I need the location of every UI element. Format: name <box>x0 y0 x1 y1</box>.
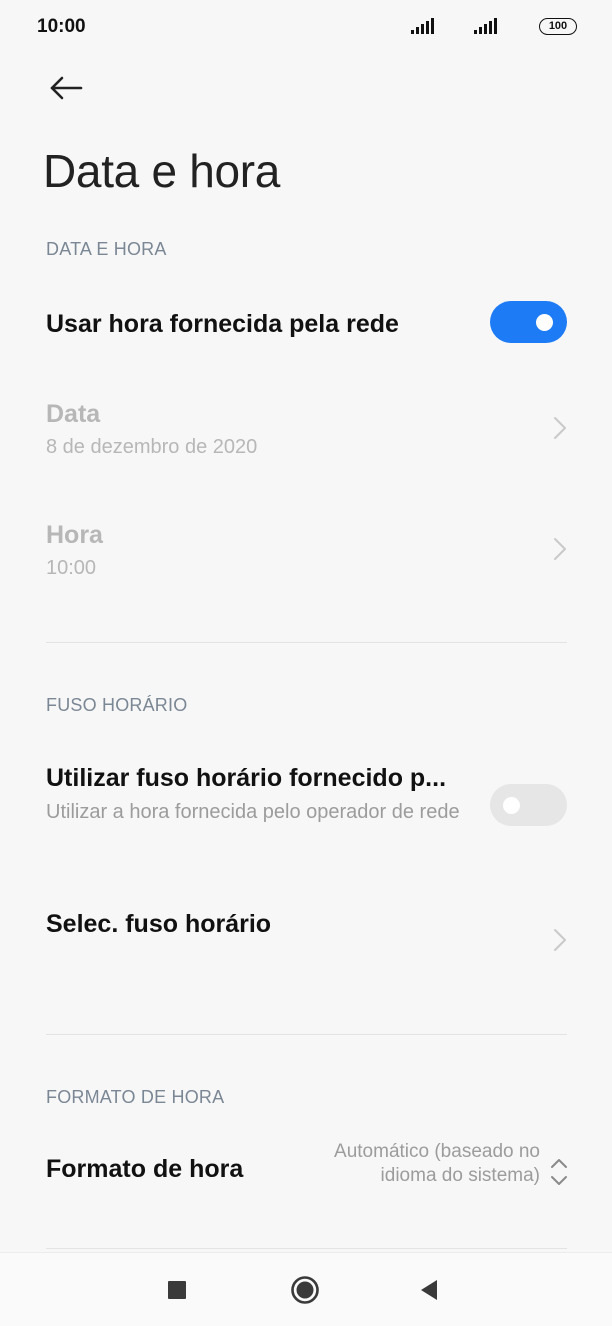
date-value: 8 de dezembro de 2020 <box>46 436 258 458</box>
network-timezone-row[interactable]: Utilizar fuso horário fornecido p... Uti… <box>0 752 612 862</box>
section-header-timezone: FUSO HORÁRIO <box>46 695 188 715</box>
chevron-right-icon <box>554 538 566 560</box>
network-timezone-label: Utilizar fuso horário fornecido p... <box>46 764 447 792</box>
screen: 10:00 100 Data e hora DATA E HORA Usar h… <box>0 0 612 1326</box>
section-header-time-format: FORMATO DE HORA <box>46 1087 225 1107</box>
date-row[interactable]: Data 8 de dezembro de 2020 <box>0 388 612 478</box>
date-label: Data <box>46 400 101 428</box>
signal-icon <box>474 18 497 34</box>
time-format-value: Automático (baseado no idioma do sistema… <box>334 1141 540 1186</box>
time-value: 10:00 <box>46 557 97 579</box>
network-time-toggle[interactable] <box>490 301 567 343</box>
page-title: Data e hora <box>43 145 281 197</box>
time-row[interactable]: Hora 10:00 <box>0 509 612 599</box>
divider <box>46 642 567 643</box>
chevron-right-icon <box>554 929 566 951</box>
network-timezone-description: Utilizar a hora fornecida pelo operador … <box>46 801 460 823</box>
time-label: Hora <box>46 521 103 549</box>
toggle-knob <box>536 314 553 331</box>
back-triangle-icon <box>421 1280 437 1300</box>
home-circle-icon <box>291 1276 319 1304</box>
network-timezone-toggle[interactable] <box>490 784 567 826</box>
recents-button[interactable] <box>162 1275 192 1305</box>
toggle-knob <box>503 797 520 814</box>
chevron-up-down-icon <box>551 1159 567 1185</box>
select-timezone-row[interactable]: Selec. fuso horário <box>0 900 612 990</box>
time-format-label: Formato de hora <box>46 1155 244 1183</box>
status-bar: 10:00 100 <box>0 0 612 54</box>
chevron-right-icon <box>554 417 566 439</box>
signal-icon <box>411 18 434 34</box>
back-button[interactable] <box>44 70 88 106</box>
arrow-left-icon <box>50 76 83 100</box>
divider <box>46 1034 567 1035</box>
divider <box>46 1248 567 1249</box>
network-time-label: Usar hora fornecida pela rede <box>46 310 399 338</box>
recents-square-icon <box>168 1281 186 1299</box>
nav-back-button[interactable] <box>414 1275 444 1305</box>
status-time: 10:00 <box>37 16 86 37</box>
network-time-row[interactable]: Usar hora fornecida pela rede <box>0 290 612 360</box>
select-timezone-label: Selec. fuso horário <box>46 910 272 938</box>
navigation-bar <box>0 1252 612 1326</box>
battery-icon: 100 <box>539 18 577 35</box>
home-button[interactable] <box>290 1275 320 1305</box>
section-header-date-time: DATA E HORA <box>46 239 167 259</box>
